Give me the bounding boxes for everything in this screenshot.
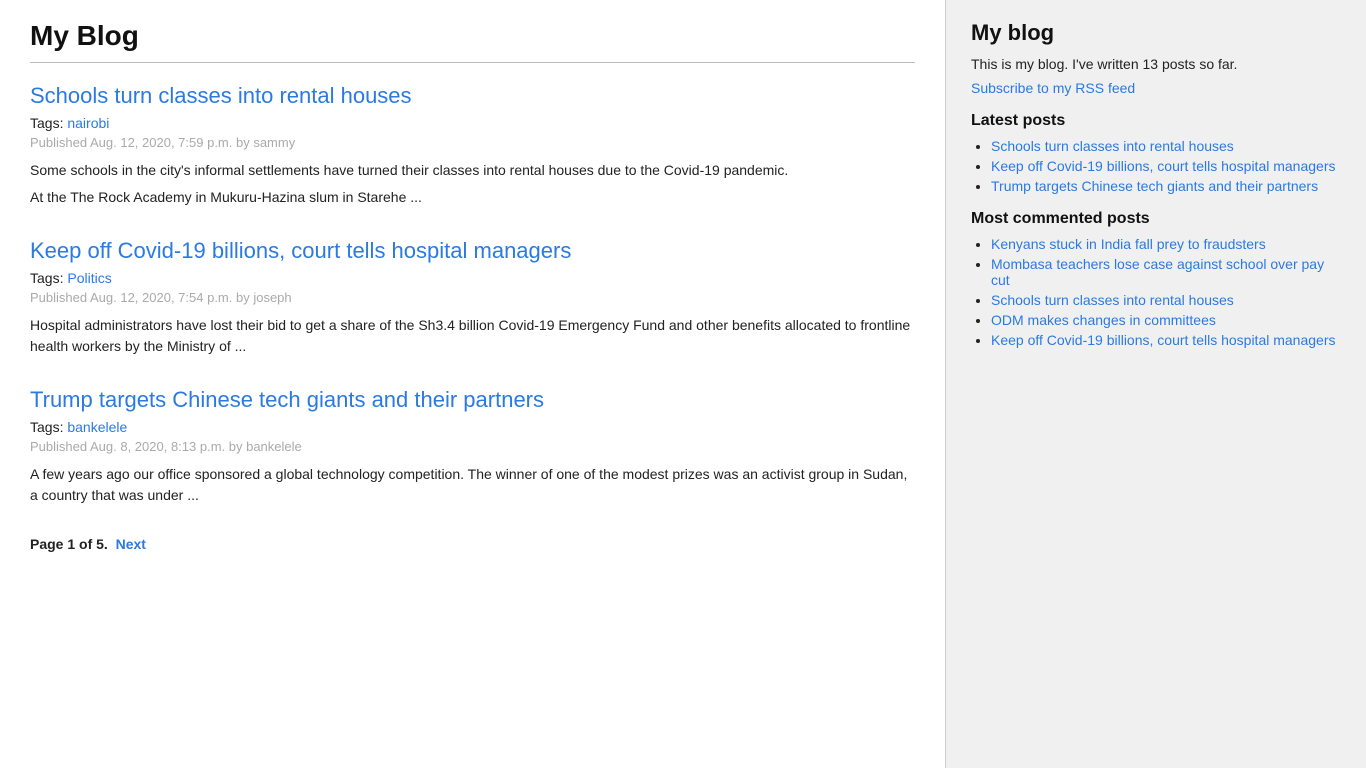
tags-label: Tags: — [30, 270, 63, 286]
most-commented-list: Kenyans stuck in India fall prey to frau… — [971, 236, 1341, 348]
most-commented-post-link[interactable]: ODM makes changes in committees — [991, 312, 1216, 328]
list-item: ODM makes changes in committees — [991, 312, 1341, 328]
post-title-link[interactable]: Trump targets Chinese tech giants and th… — [30, 387, 544, 412]
latest-posts-title: Latest posts — [971, 112, 1341, 130]
post-title-link[interactable]: Keep off Covid-19 billions, court tells … — [30, 238, 571, 263]
post-excerpt: A few years ago our office sponsored a g… — [30, 464, 915, 506]
posts-container: Schools turn classes into rental houses … — [30, 83, 915, 506]
list-item: Schools turn classes into rental houses — [991, 138, 1341, 154]
post-tag-link[interactable]: nairobi — [67, 115, 109, 131]
pagination-label: Page 1 of 5. — [30, 536, 108, 552]
list-item: Kenyans stuck in India fall prey to frau… — [991, 236, 1341, 252]
post-meta: Published Aug. 12, 2020, 7:54 p.m. by jo… — [30, 290, 915, 305]
post-item: Keep off Covid-19 billions, court tells … — [30, 238, 915, 357]
post-title: Schools turn classes into rental houses — [30, 83, 915, 109]
most-commented-post-link[interactable]: Mombasa teachers lose case against schoo… — [991, 256, 1324, 288]
rss-link[interactable]: Subscribe to my RSS feed — [971, 80, 1135, 96]
main-content: My Blog Schools turn classes into rental… — [0, 0, 946, 768]
list-item: Keep off Covid-19 billions, court tells … — [991, 158, 1341, 174]
sidebar-rss: Subscribe to my RSS feed — [971, 80, 1341, 96]
next-page-link[interactable]: Next — [116, 536, 146, 552]
blog-title: My Blog — [30, 20, 915, 52]
most-commented-post-link[interactable]: Schools turn classes into rental houses — [991, 292, 1234, 308]
sidebar-title: My blog — [971, 20, 1341, 46]
post-tags: Tags: Politics — [30, 270, 915, 286]
list-item: Trump targets Chinese tech giants and th… — [991, 178, 1341, 194]
post-item: Trump targets Chinese tech giants and th… — [30, 387, 915, 506]
most-commented-title: Most commented posts — [971, 210, 1341, 228]
post-tag-link[interactable]: Politics — [67, 270, 111, 286]
latest-post-link[interactable]: Schools turn classes into rental houses — [991, 138, 1234, 154]
pagination: Page 1 of 5. Next — [30, 536, 915, 552]
post-excerpt: Some schools in the city's informal sett… — [30, 160, 915, 208]
tags-label: Tags: — [30, 115, 63, 131]
list-item: Keep off Covid-19 billions, court tells … — [991, 332, 1341, 348]
post-meta: Published Aug. 8, 2020, 8:13 p.m. by ban… — [30, 439, 915, 454]
post-tag-link[interactable]: bankelele — [67, 419, 127, 435]
tags-label: Tags: — [30, 419, 63, 435]
post-title: Keep off Covid-19 billions, court tells … — [30, 238, 915, 264]
post-title-link[interactable]: Schools turn classes into rental houses — [30, 83, 412, 108]
latest-post-link[interactable]: Keep off Covid-19 billions, court tells … — [991, 158, 1335, 174]
list-item: Schools turn classes into rental houses — [991, 292, 1341, 308]
post-item: Schools turn classes into rental houses … — [30, 83, 915, 208]
most-commented-post-link[interactable]: Keep off Covid-19 billions, court tells … — [991, 332, 1335, 348]
post-title: Trump targets Chinese tech giants and th… — [30, 387, 915, 413]
sidebar-description: This is my blog. I've written 13 posts s… — [971, 56, 1341, 72]
post-meta: Published Aug. 12, 2020, 7:59 p.m. by sa… — [30, 135, 915, 150]
most-commented-post-link[interactable]: Kenyans stuck in India fall prey to frau… — [991, 236, 1266, 252]
latest-post-link[interactable]: Trump targets Chinese tech giants and th… — [991, 178, 1318, 194]
sidebar: My blog This is my blog. I've written 13… — [946, 0, 1366, 768]
list-item: Mombasa teachers lose case against schoo… — [991, 256, 1341, 288]
latest-posts-list: Schools turn classes into rental houses K… — [971, 138, 1341, 194]
post-excerpt: Hospital administrators have lost their … — [30, 315, 915, 357]
post-tags: Tags: nairobi — [30, 115, 915, 131]
post-tags: Tags: bankelele — [30, 419, 915, 435]
main-divider — [30, 62, 915, 63]
